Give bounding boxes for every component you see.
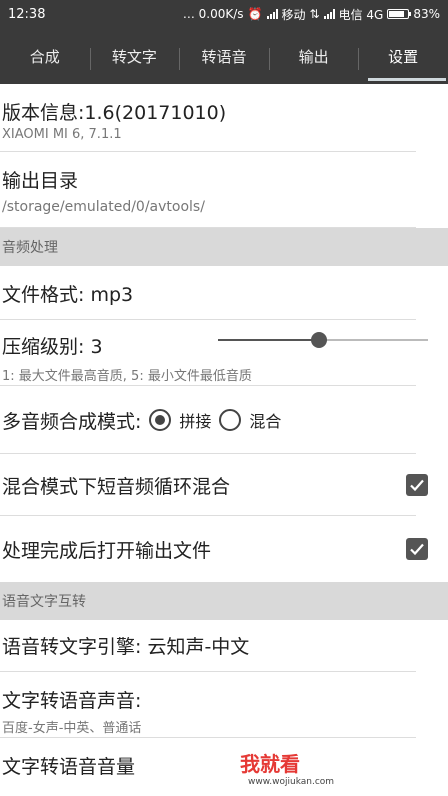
status-time: 12:38 — [8, 6, 46, 22]
section-speech-header: 语音文字互转 — [0, 582, 448, 620]
network-speed: … 0.00K/s — [182, 7, 244, 21]
tts-voice-item[interactable]: 文字转语音声音: 百度-女声-中英、普通话 — [0, 672, 448, 738]
signal-icon-2 — [323, 9, 335, 19]
carrier1-label: 移动 — [281, 7, 306, 22]
radio-concat[interactable] — [149, 409, 172, 431]
settings-list: 版本信息:1.6(20171010) XIAOMI MI 6, 7.1.1 输出… — [0, 84, 448, 796]
tts-volume-item[interactable]: 文字转语音音量 — [0, 738, 448, 796]
tab-label: 合成 — [29, 47, 60, 66]
radio-mix-label: 混合 — [249, 412, 282, 431]
active-tab-indicator — [368, 78, 446, 81]
file-format-title: 文件格式: mp3 — [2, 284, 134, 306]
file-format-item[interactable]: 文件格式: mp3 — [0, 266, 448, 320]
open-after-title: 处理完成后打开输出文件 — [2, 539, 212, 562]
section-audio-header: 音频处理 — [0, 228, 448, 266]
tab-bar: 合成 转文字 转语音 输出 设置 — [0, 28, 448, 84]
data-arrows-icon: ⇅ — [309, 7, 320, 21]
tab-settings[interactable]: 设置 — [358, 28, 448, 84]
version-subtitle: XIAOMI MI 6, 7.1.1 — [2, 127, 122, 142]
check-icon — [410, 543, 424, 556]
output-dir-path: /storage/emulated/0/avtools/ — [2, 199, 205, 215]
watermark-big: 我就看 — [240, 752, 300, 776]
watermark-url: www.wojiukan.com — [248, 777, 335, 787]
merge-mode-title: 多音频合成模式: — [2, 410, 142, 433]
compression-slider[interactable] — [218, 332, 428, 348]
carrier2-label: 电信 4G — [338, 7, 384, 22]
loop-short-title: 混合模式下短音频循环混合 — [2, 475, 231, 498]
section-speech-label: 语音文字互转 — [2, 594, 86, 610]
version-title: 版本信息:1.6(20171010) — [2, 102, 227, 124]
slider-thumb[interactable] — [311, 332, 327, 348]
tab-to-text[interactable]: 转文字 — [89, 28, 180, 84]
loop-short-item[interactable]: 混合模式下短音频循环混合 — [0, 454, 448, 516]
radio-concat-label: 拼接 — [179, 412, 212, 431]
tab-label: 转文字 — [111, 47, 157, 66]
version-item[interactable]: 版本信息:1.6(20171010) XIAOMI MI 6, 7.1.1 — [0, 84, 448, 152]
divider — [0, 227, 416, 228]
alarm-icon: ⏰ — [247, 7, 263, 21]
check-icon — [410, 479, 424, 492]
slider-fill — [218, 339, 319, 341]
battery-icon — [387, 9, 412, 19]
tab-synthesize[interactable]: 合成 — [0, 28, 90, 84]
compression-hint: 1: 最大文件最高音质, 5: 最小文件最低音质 — [2, 369, 252, 384]
site-watermark: 我就看 www.wojiukan.com — [240, 748, 334, 787]
tab-output[interactable]: 输出 — [268, 28, 359, 84]
compression-title: 压缩级别: 3 — [2, 336, 103, 358]
output-dir-item[interactable]: 输出目录 /storage/emulated/0/avtools/ — [0, 152, 448, 228]
compression-item: 压缩级别: 3 1: 最大文件最高音质, 5: 最小文件最低音质 — [0, 320, 448, 386]
loop-short-checkbox[interactable] — [406, 474, 428, 496]
status-right: … 0.00K/s ⏰ 移动 ⇅ 电信 4G 83% — [183, 6, 440, 23]
section-audio-label: 音频处理 — [2, 240, 58, 256]
radio-mix[interactable] — [219, 409, 242, 431]
merge-mode-item: 多音频合成模式: 拼接 混合 — [0, 386, 448, 454]
tab-label: 设置 — [388, 47, 419, 66]
signal-icon — [266, 9, 278, 19]
tab-label: 输出 — [298, 47, 329, 66]
stt-engine-title: 语音转文字引擎: 云知声-中文 — [2, 636, 250, 658]
stt-engine-item[interactable]: 语音转文字引擎: 云知声-中文 — [0, 620, 448, 672]
tab-to-speech[interactable]: 转语音 — [179, 28, 269, 84]
status-bar: 12:38 … 0.00K/s ⏰ 移动 ⇅ 电信 4G 83% — [0, 0, 448, 28]
output-dir-title: 输出目录 — [2, 170, 79, 192]
tts-voice-title: 文字转语音声音: — [2, 690, 142, 712]
tts-volume-title: 文字转语音音量 — [2, 756, 136, 778]
open-after-checkbox[interactable] — [406, 538, 428, 560]
tab-label: 转语音 — [201, 47, 247, 66]
open-after-item[interactable]: 处理完成后打开输出文件 — [0, 516, 448, 582]
battery-percent: 83% — [413, 7, 440, 21]
tts-voice-subtitle: 百度-女声-中英、普通话 — [2, 721, 142, 736]
